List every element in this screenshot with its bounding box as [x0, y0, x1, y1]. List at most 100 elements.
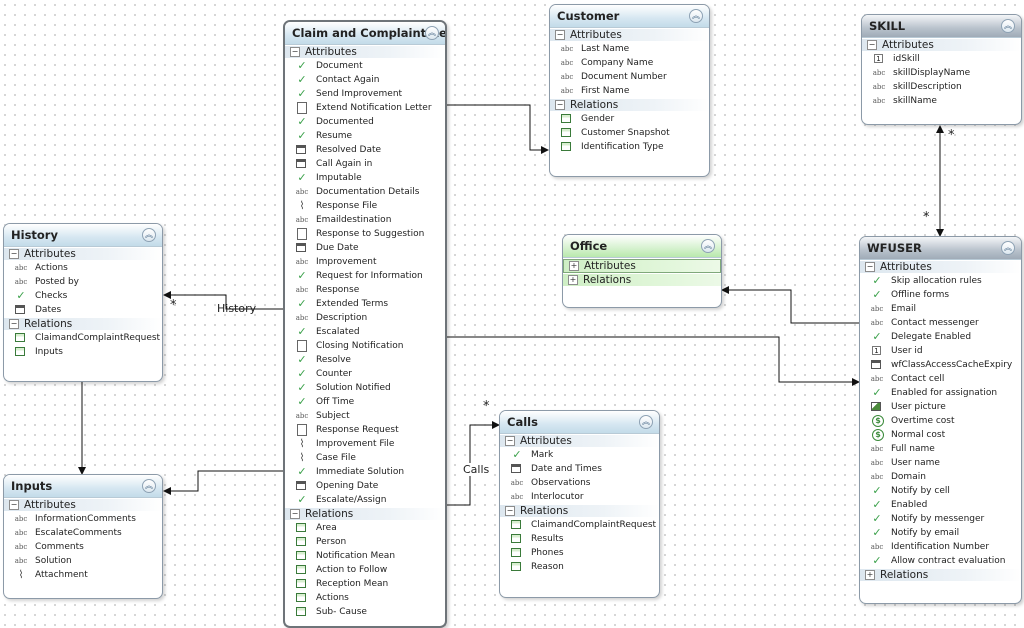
plus-icon[interactable]: + — [568, 275, 578, 285]
attribute-row[interactable]: ✓ Notify by cell — [860, 484, 1021, 498]
attribute-row[interactable]: abc Contact messenger — [860, 316, 1021, 330]
attribute-row[interactable]: abc Actions — [4, 261, 162, 275]
attribute-row[interactable]: Date and Times — [500, 462, 659, 476]
section-attributes[interactable]: − Attributes — [500, 435, 659, 447]
attribute-row[interactable]: abc Full name — [860, 442, 1021, 456]
collapse-icon[interactable]: ︽ — [1001, 19, 1015, 33]
relation-row[interactable]: Actions — [285, 591, 445, 605]
collapse-icon[interactable]: ︽ — [701, 239, 715, 253]
attribute-row[interactable]: ✓ Immediate Solution — [285, 465, 445, 479]
minus-icon[interactable]: − — [9, 500, 19, 510]
minus-icon[interactable]: − — [290, 509, 300, 519]
attribute-row[interactable]: abc Last Name — [550, 42, 709, 56]
relation-row[interactable]: Gender — [550, 112, 709, 126]
attribute-row[interactable]: 1 User id — [860, 344, 1021, 358]
minus-icon[interactable]: − — [555, 30, 565, 40]
attribute-row[interactable]: ✓ Notify by messenger — [860, 512, 1021, 526]
attribute-row[interactable]: abc skillName — [862, 94, 1021, 108]
attribute-row[interactable]: ✓ Extended Terms — [285, 297, 445, 311]
attribute-row[interactable]: abc Contact cell — [860, 372, 1021, 386]
attribute-row[interactable]: User picture — [860, 400, 1021, 414]
entity-header[interactable]: Inputs ︽ — [4, 475, 162, 498]
attribute-row[interactable]: ✓ Solution Notified — [285, 381, 445, 395]
minus-icon[interactable]: − — [867, 40, 877, 50]
attribute-row[interactable]: abc Company Name — [550, 56, 709, 70]
attribute-row[interactable]: Dates — [4, 303, 162, 317]
section-relations[interactable]: + Relations — [860, 569, 1021, 581]
attribute-row[interactable]: abc Response — [285, 283, 445, 297]
attribute-row[interactable]: ✓ Contact Again — [285, 73, 445, 87]
entity-header[interactable]: Calls ︽ — [500, 411, 659, 434]
collapse-icon[interactable]: ︽ — [425, 26, 439, 40]
attribute-row[interactable]: Extend Notification Letter — [285, 101, 445, 115]
section-attributes[interactable]: + Attributes — [563, 259, 721, 273]
section-attributes[interactable]: − Attributes — [862, 39, 1021, 51]
collapse-icon[interactable]: ︽ — [639, 415, 653, 429]
section-relations[interactable]: − Relations — [500, 505, 659, 517]
attribute-row[interactable]: abc User name — [860, 456, 1021, 470]
attribute-row[interactable]: ✓ Offline forms — [860, 288, 1021, 302]
relation-row[interactable]: Person — [285, 535, 445, 549]
attribute-row[interactable]: ⌇ Case File — [285, 451, 445, 465]
attribute-row[interactable]: abc Comments — [4, 540, 162, 554]
entity-inputs[interactable]: Inputs ︽ − Attributes abc InformationComments… — [3, 474, 163, 599]
attribute-row[interactable]: ⌇ Attachment — [4, 568, 162, 582]
entity-customer[interactable]: Customer ︽ − Attributes abc Last Name abc Compa… — [549, 4, 710, 177]
attribute-row[interactable]: ✓ Imputable — [285, 171, 445, 185]
attribute-row[interactable]: abc Solution — [4, 554, 162, 568]
relation-row[interactable]: ClaimandComplaintRequest — [500, 518, 659, 532]
collapse-icon[interactable]: ︽ — [1001, 241, 1015, 255]
attribute-row[interactable]: abc Improvement — [285, 255, 445, 269]
section-relations[interactable]: − Relations — [4, 318, 162, 330]
attribute-row[interactable]: ✓ Enabled for assignation — [860, 386, 1021, 400]
entity-history[interactable]: History ︽ − Attributes abc Actions abc Posted b… — [3, 223, 163, 382]
attribute-row[interactable]: abc skillDisplayName — [862, 66, 1021, 80]
attribute-row[interactable]: ✓ Notify by email — [860, 526, 1021, 540]
relation-row[interactable]: Phones — [500, 546, 659, 560]
relation-row[interactable]: Action to Follow — [285, 563, 445, 577]
plus-icon[interactable]: + — [569, 261, 579, 271]
collapse-icon[interactable]: ︽ — [142, 479, 156, 493]
attribute-row[interactable]: ✓ Escalate/Assign — [285, 493, 445, 507]
collapse-icon[interactable]: ︽ — [142, 228, 156, 242]
attribute-row[interactable]: abc Interlocutor — [500, 490, 659, 504]
attribute-row[interactable]: abc EscalateComments — [4, 526, 162, 540]
attribute-row[interactable]: $ Overtime cost — [860, 414, 1021, 428]
attribute-row[interactable]: ⌇ Improvement File — [285, 437, 445, 451]
attribute-row[interactable]: abc Observations — [500, 476, 659, 490]
attribute-row[interactable]: abc InformationComments — [4, 512, 162, 526]
attribute-row[interactable]: abc Email — [860, 302, 1021, 316]
attribute-row[interactable]: 1 idSkill — [862, 52, 1021, 66]
entity-wfuser[interactable]: WFUSER ︽ − Attributes ✓ Skip allocation rules… — [859, 236, 1022, 604]
minus-icon[interactable]: − — [555, 100, 565, 110]
attribute-row[interactable]: wfClassAccessCacheExpiry — [860, 358, 1021, 372]
entity-claim-and-complaint[interactable]: Claim and Complaint Re ︽ − Attributes ✓ Docum… — [283, 20, 447, 628]
attribute-row[interactable]: abc skillDescription — [862, 80, 1021, 94]
minus-icon[interactable]: − — [9, 249, 19, 259]
attribute-row[interactable]: ✓ Documented — [285, 115, 445, 129]
attribute-row[interactable]: $ Normal cost — [860, 428, 1021, 442]
attribute-row[interactable]: ⌇ Response File — [285, 199, 445, 213]
entity-office[interactable]: Office ︽ + Attributes + Relations — [562, 234, 722, 308]
attribute-row[interactable]: Resolved Date — [285, 143, 445, 157]
attribute-row[interactable]: ✓ Delegate Enabled — [860, 330, 1021, 344]
relation-row[interactable]: Notification Mean — [285, 549, 445, 563]
entity-header[interactable]: WFUSER ︽ — [860, 237, 1021, 260]
section-attributes[interactable]: − Attributes — [550, 29, 709, 41]
attribute-row[interactable]: ✓ Resolve — [285, 353, 445, 367]
attribute-row[interactable]: ✓ Allow contract evaluation — [860, 554, 1021, 568]
section-attributes[interactable]: − Attributes — [4, 248, 162, 260]
collapse-icon[interactable]: ︽ — [689, 9, 703, 23]
attribute-row[interactable]: ✓ Mark — [500, 448, 659, 462]
relation-row[interactable]: Reception Mean — [285, 577, 445, 591]
attribute-row[interactable]: ✓ Send Improvement — [285, 87, 445, 101]
relation-row[interactable]: Sub- Cause — [285, 605, 445, 619]
attribute-row[interactable]: abc Document Number — [550, 70, 709, 84]
attribute-row[interactable]: ✓ Skip allocation rules — [860, 274, 1021, 288]
minus-icon[interactable]: − — [505, 506, 515, 516]
attribute-row[interactable]: abc Subject — [285, 409, 445, 423]
attribute-row[interactable]: ✓ Resume — [285, 129, 445, 143]
entity-skill[interactable]: SKILL ︽ − Attributes 1 idSkill abc skillDisplay… — [861, 14, 1022, 125]
minus-icon[interactable]: − — [9, 319, 19, 329]
attribute-row[interactable]: ✓ Request for Information — [285, 269, 445, 283]
